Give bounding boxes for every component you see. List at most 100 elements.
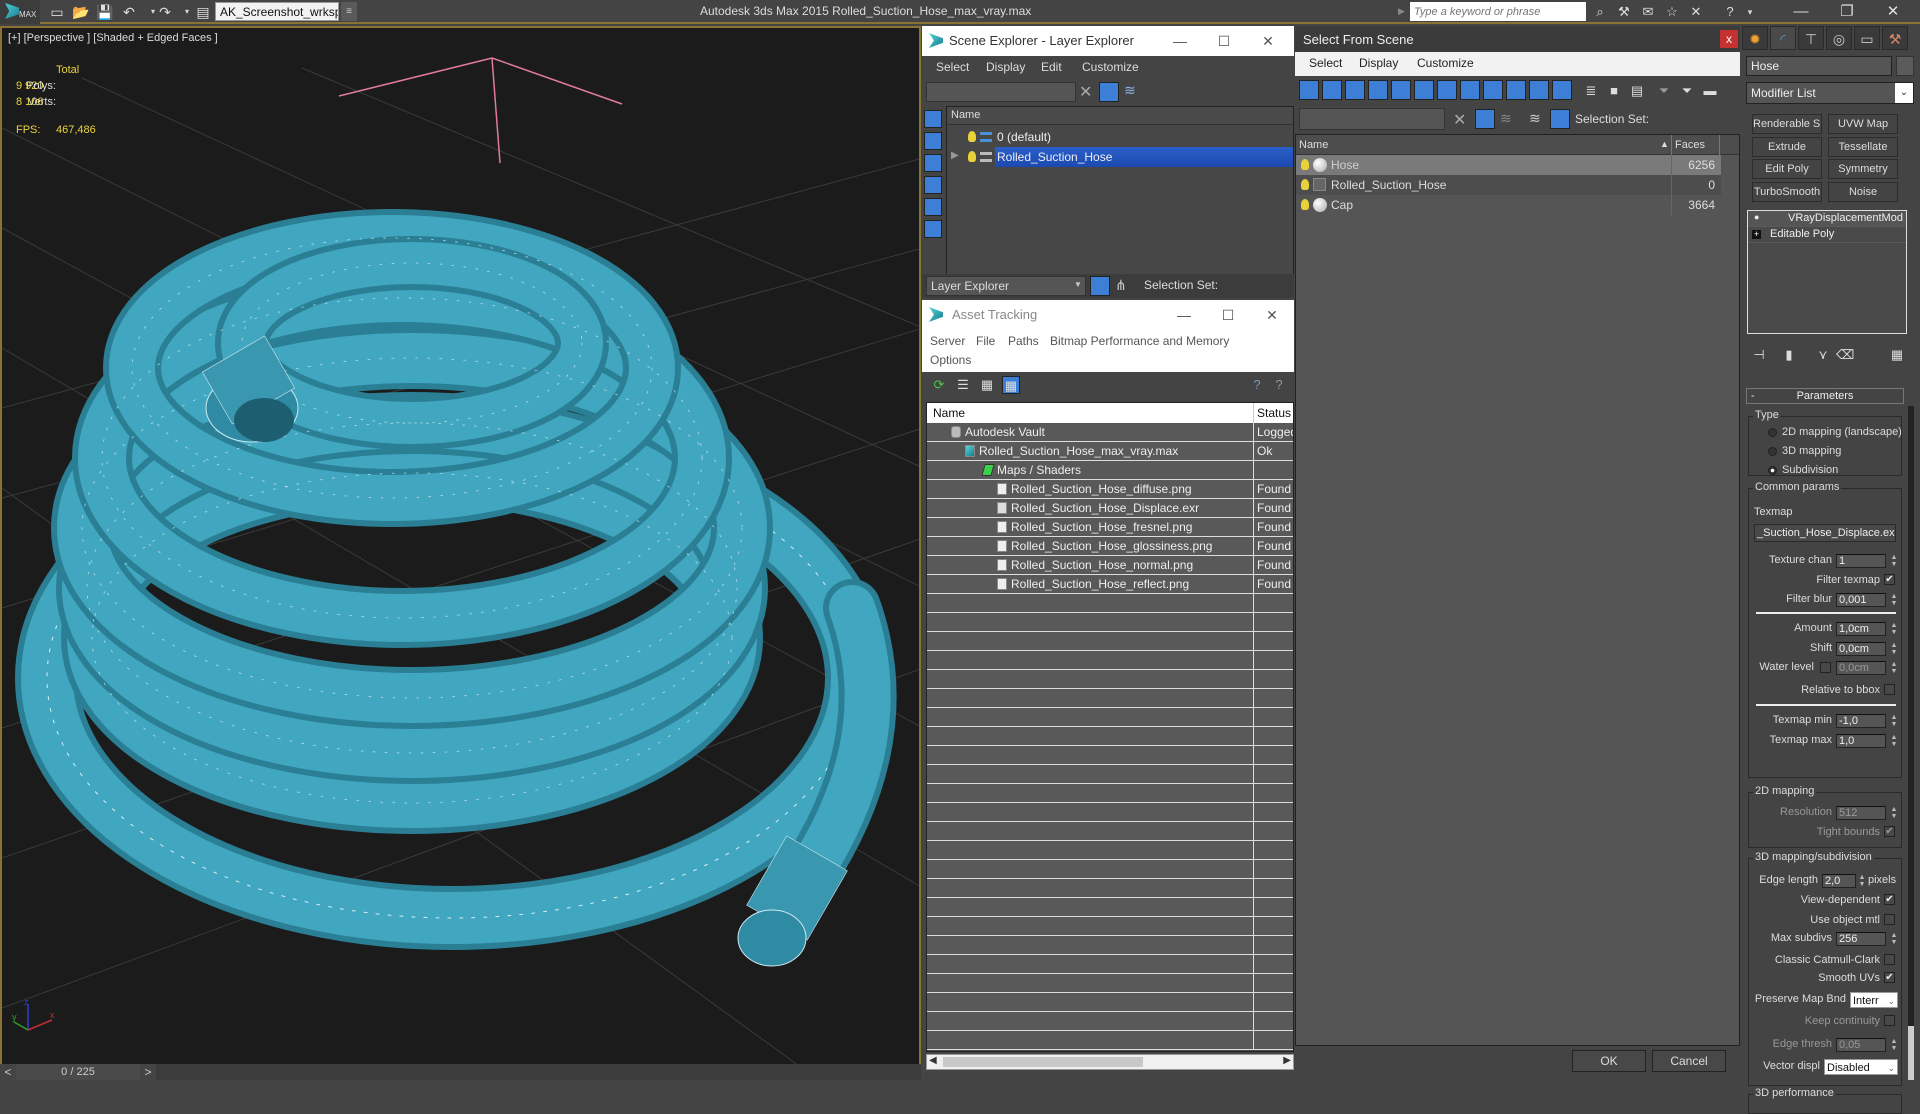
spinner-arrows-icon[interactable]: ▲ ▼ [1890,1038,1898,1052]
chevron-down-icon[interactable]: ⌄ [1895,83,1913,103]
object-row[interactable]: Hose 6256 [1296,155,1721,175]
relative-bbox-checkbox[interactable] [1884,684,1895,695]
utilities-tab-icon[interactable]: ⚒ [1882,26,1908,50]
sort-by-layer-icon[interactable]: ≋ [1529,110,1541,127]
modifier-list-dropdown[interactable]: Modifier List ⌄ [1746,82,1914,104]
subscription-icon[interactable]: ⚒ [1614,3,1634,21]
column-faces[interactable]: Faces [1675,139,1705,151]
display-bones-icon[interactable] [1483,80,1503,100]
catmull-clark-checkbox[interactable] [1884,954,1895,965]
search-input[interactable] [1410,2,1586,21]
tree-row[interactable]: 0 (default) [947,127,1293,147]
expand-arrow-icon[interactable]: ▶ [951,150,959,161]
pin-stack-icon[interactable]: ⊣ [1750,346,1768,364]
parameters-rollout-header[interactable]: - Parameters [1746,388,1904,404]
layer-filter-icon[interactable]: ≋ [1500,110,1512,127]
table-view-icon[interactable]: ▦ [1002,376,1020,394]
display-helpers-icon[interactable] [1391,80,1411,100]
close-button[interactable]: x [1720,30,1738,48]
perspective-viewport[interactable]: [+] [Perspective ] [Shaded + Edged Faces… [0,26,921,1066]
display-cameras-icon[interactable] [924,176,942,194]
visibility-bulb-icon[interactable] [968,131,976,142]
asset-row[interactable]: Rolled_Suction_Hose_fresnel.png Found [927,518,1293,537]
select-invert-icon[interactable]: ▤ [1628,82,1646,100]
tree-row-selected[interactable]: ▶ Rolled_Suction_Hose [947,147,1293,167]
modifier-button-tessellate[interactable]: Tessellate [1828,137,1898,157]
modifier-button-turbosmooth[interactable]: TurboSmooth [1752,182,1822,202]
menu-select[interactable]: Select [1309,56,1342,70]
horizontal-scrollbar[interactable]: ◀ ▶ [926,1054,1294,1070]
maximize-icon[interactable]: ☐ [1202,26,1246,56]
spinner-arrows-icon[interactable]: ▲ ▼ [1890,661,1898,675]
modifier-on-icon[interactable]: ● [1754,212,1759,222]
binoculars-icon[interactable]: ⌕ [1590,3,1610,21]
open-file-icon[interactable]: 📂 [72,3,90,21]
max-subdivs-spinner[interactable]: 256 [1836,932,1886,946]
modifier-button-renderable-spline[interactable]: Renderable Spline [1752,114,1822,134]
stack-item-vray-displacement[interactable]: ● VRayDisplacementMod [1748,211,1906,227]
modifier-button-uvw-map[interactable]: UVW Map [1828,114,1898,134]
column-name[interactable]: Name [933,406,965,420]
select-from-scene-titlebar[interactable]: Select From Scene x [1295,26,1740,52]
sort-by-layer-icon[interactable] [1090,276,1110,296]
exchange-icon[interactable]: ✕ [1686,3,1706,21]
display-shapes-icon[interactable] [1322,80,1342,100]
maximize-icon[interactable]: ☐ [1206,300,1250,330]
chevron-down-icon[interactable]: ▼ [1074,280,1082,289]
display-lights-icon[interactable] [924,154,942,172]
show-end-result-icon[interactable]: ▮ [1780,346,1798,364]
menu-customize[interactable]: Customize [1417,56,1474,70]
search-expand-icon[interactable]: ▶ [1398,6,1405,17]
display-shapes-icon[interactable] [924,132,942,150]
display-lights-icon[interactable] [1345,80,1365,100]
time-slider-thumb[interactable]: 0 / 225 [16,1064,140,1080]
display-helpers-icon[interactable] [924,198,942,216]
menu-edit[interactable]: Edit [1041,60,1062,74]
filter-icon[interactable] [1475,109,1495,129]
spinner-arrows-icon[interactable]: ▲ ▼ [1890,714,1898,728]
menu-paths[interactable]: Paths [1008,334,1039,348]
modifier-button-extrude[interactable]: Extrude [1752,137,1822,157]
cancel-button[interactable]: Cancel [1652,1050,1726,1072]
help-dropdown-icon[interactable]: ▾ [1740,3,1760,21]
display-xrefs-icon[interactable] [1460,80,1480,100]
workspace-selector[interactable]: AK_Screenshot_wrksp [215,2,339,21]
quick-access-menu-icon[interactable]: ≡ [341,2,357,21]
app-menu-button[interactable]: MAX [0,0,40,24]
minimize-icon[interactable]: — [1158,26,1202,56]
find-input[interactable] [1299,108,1445,130]
display-tab-icon[interactable]: ▭ [1854,26,1880,50]
configure-modifier-sets-icon[interactable]: ▦ [1888,346,1906,364]
close-icon[interactable]: ✕ [1872,0,1914,24]
column-chooser-icon[interactable]: ▬ [1701,82,1719,100]
amount-spinner[interactable]: 1,0cm [1836,622,1886,636]
ok-button[interactable]: OK [1572,1050,1646,1072]
shift-spinner[interactable]: 0,0cm [1836,642,1886,656]
layer-add-icon[interactable]: ≋ [1124,82,1136,99]
display-frozen-icon[interactable] [1529,80,1549,100]
redo-icon[interactable]: ↷ [156,3,174,21]
scroll-thumb[interactable] [943,1057,1143,1067]
view-dependent-checkbox[interactable]: ✔ [1884,894,1895,905]
scene-explorer-titlebar[interactable]: Scene Explorer - Layer Explorer — ☐ ✕ [922,26,1294,56]
favorites-icon[interactable]: ☆ [1662,3,1682,21]
motion-tab-icon[interactable]: ◎ [1826,26,1852,50]
minimize-icon[interactable]: — [1780,0,1822,24]
visibility-bulb-icon[interactable] [1301,179,1309,190]
asset-tracking-titlebar[interactable]: Asset Tracking — ☐ ✕ [922,300,1294,330]
display-groups-icon[interactable] [1437,80,1457,100]
help-icon[interactable]: ? [1720,3,1740,21]
display-geometry-icon[interactable] [1299,80,1319,100]
spinner-arrows-icon[interactable]: ▲ ▼ [1890,554,1898,568]
visibility-bulb-icon[interactable] [1301,159,1309,170]
visibility-bulb-icon[interactable] [1301,199,1309,210]
modifier-button-symmetry[interactable]: Symmetry [1828,159,1898,179]
asset-row[interactable]: Rolled_Suction_Hose_normal.png Found [927,556,1293,575]
close-icon[interactable]: ✕ [1250,300,1294,330]
scroll-left-icon[interactable]: ◀ [929,1055,937,1066]
asset-row[interactable]: Rolled_Suction_Hose_max_vray.max Ok [927,442,1293,461]
object-row[interactable]: Cap 3664 [1296,195,1721,215]
resolution-spinner[interactable]: 512 [1836,806,1886,820]
asset-row[interactable]: Maps / Shaders [927,461,1293,480]
menu-options[interactable]: Options [930,353,971,367]
